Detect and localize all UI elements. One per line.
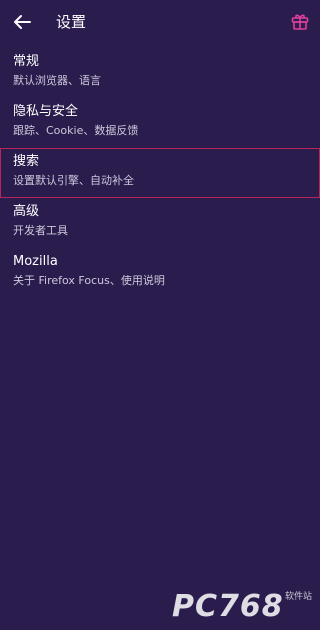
settings-item-title: 隐私与安全 — [13, 104, 79, 119]
settings-screen: 设置 常规 默认浏览器、语言 隐私与安全 跟踪、Cookie、数据反馈 搜索 设… — [0, 0, 320, 630]
settings-item-advanced[interactable]: 高级 开发者工具 — [0, 198, 320, 248]
gift-button[interactable] — [290, 11, 310, 31]
settings-list: 常规 默认浏览器、语言 隐私与安全 跟踪、Cookie、数据反馈 搜索 设置默认… — [0, 48, 320, 298]
settings-item-subtitle: 默认浏览器、语言 — [13, 74, 101, 87]
settings-item-privacy-security[interactable]: 隐私与安全 跟踪、Cookie、数据反馈 — [0, 98, 320, 148]
settings-item-mozilla[interactable]: Mozilla 关于 Firefox Focus、使用说明 — [0, 248, 320, 298]
settings-item-title: Mozilla — [13, 254, 58, 269]
settings-item-subtitle: 跟踪、Cookie、数据反馈 — [13, 124, 139, 137]
page-title: 设置 — [56, 13, 87, 31]
top-app-bar: 设置 — [0, 0, 320, 44]
settings-item-general[interactable]: 常规 默认浏览器、语言 — [0, 48, 320, 98]
arrow-left-icon — [14, 15, 31, 29]
settings-item-title: 搜索 — [13, 154, 40, 169]
settings-item-subtitle: 开发者工具 — [13, 224, 68, 237]
back-button[interactable] — [10, 10, 34, 34]
settings-item-subtitle: 关于 Firefox Focus、使用说明 — [13, 274, 165, 287]
gift-icon — [291, 14, 309, 30]
watermark-logo: PC768 软件站 — [172, 590, 312, 624]
settings-item-title: 常规 — [13, 54, 40, 69]
settings-item-subtitle: 设置默认引擎、自动补全 — [13, 174, 134, 187]
settings-item-search[interactable]: 搜索 设置默认引擎、自动补全 — [0, 148, 320, 198]
watermark-main-text: PC768 — [172, 589, 284, 624]
settings-item-title: 高级 — [13, 204, 40, 219]
watermark-sub-text: 软件站 — [284, 592, 312, 602]
